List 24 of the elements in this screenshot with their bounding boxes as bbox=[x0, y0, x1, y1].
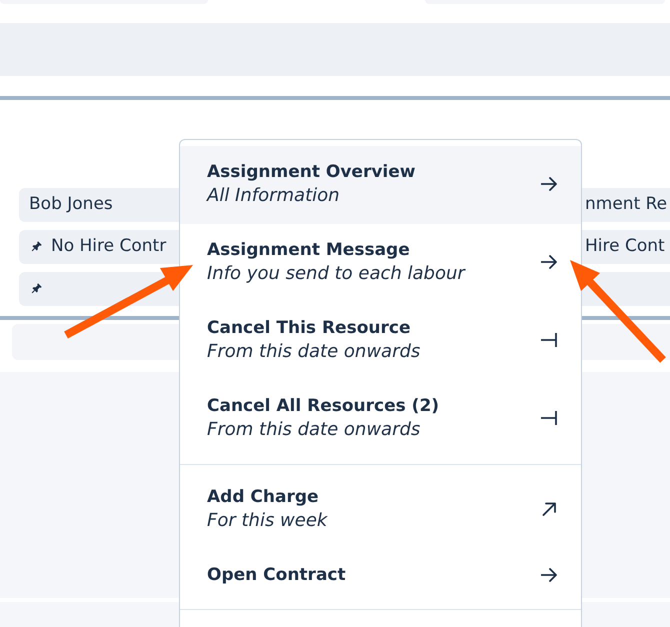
item-title: Add Charge bbox=[207, 486, 320, 509]
item-title: Assignment Message bbox=[207, 239, 411, 262]
pin-icon bbox=[30, 241, 42, 253]
cell-text: Bob Jones bbox=[29, 193, 113, 216]
arrow-up-right-icon bbox=[542, 502, 556, 516]
arrow-right-icon bbox=[541, 255, 557, 269]
item-subtitle: For this week bbox=[207, 509, 328, 533]
cell-text: No Hire Contr bbox=[51, 235, 166, 258]
item-title: Open Contract bbox=[207, 564, 346, 587]
menu-item[interactable]: Assignment Overview All Information bbox=[180, 146, 581, 224]
item-title: Cancel All Resources (2) bbox=[207, 395, 440, 418]
item-subtitle: From this date onwards bbox=[207, 418, 422, 442]
line-to-bar-icon bbox=[541, 333, 557, 347]
pin-icon bbox=[30, 283, 42, 295]
arrow-right-icon bbox=[541, 568, 557, 582]
item-subtitle: Info you send to each labour bbox=[207, 262, 465, 286]
item-subtitle: From this date onwards bbox=[207, 340, 420, 364]
arrow-right-icon bbox=[541, 177, 557, 191]
item-title: Assignment Overview bbox=[207, 161, 416, 184]
line-to-bar-icon bbox=[541, 411, 557, 425]
item-title: Cancel This Resource bbox=[207, 317, 412, 340]
item-subtitle: All Information bbox=[207, 184, 341, 208]
cell-text: Hire Cont bbox=[585, 235, 665, 258]
cell-text: nment Re bbox=[585, 193, 668, 216]
